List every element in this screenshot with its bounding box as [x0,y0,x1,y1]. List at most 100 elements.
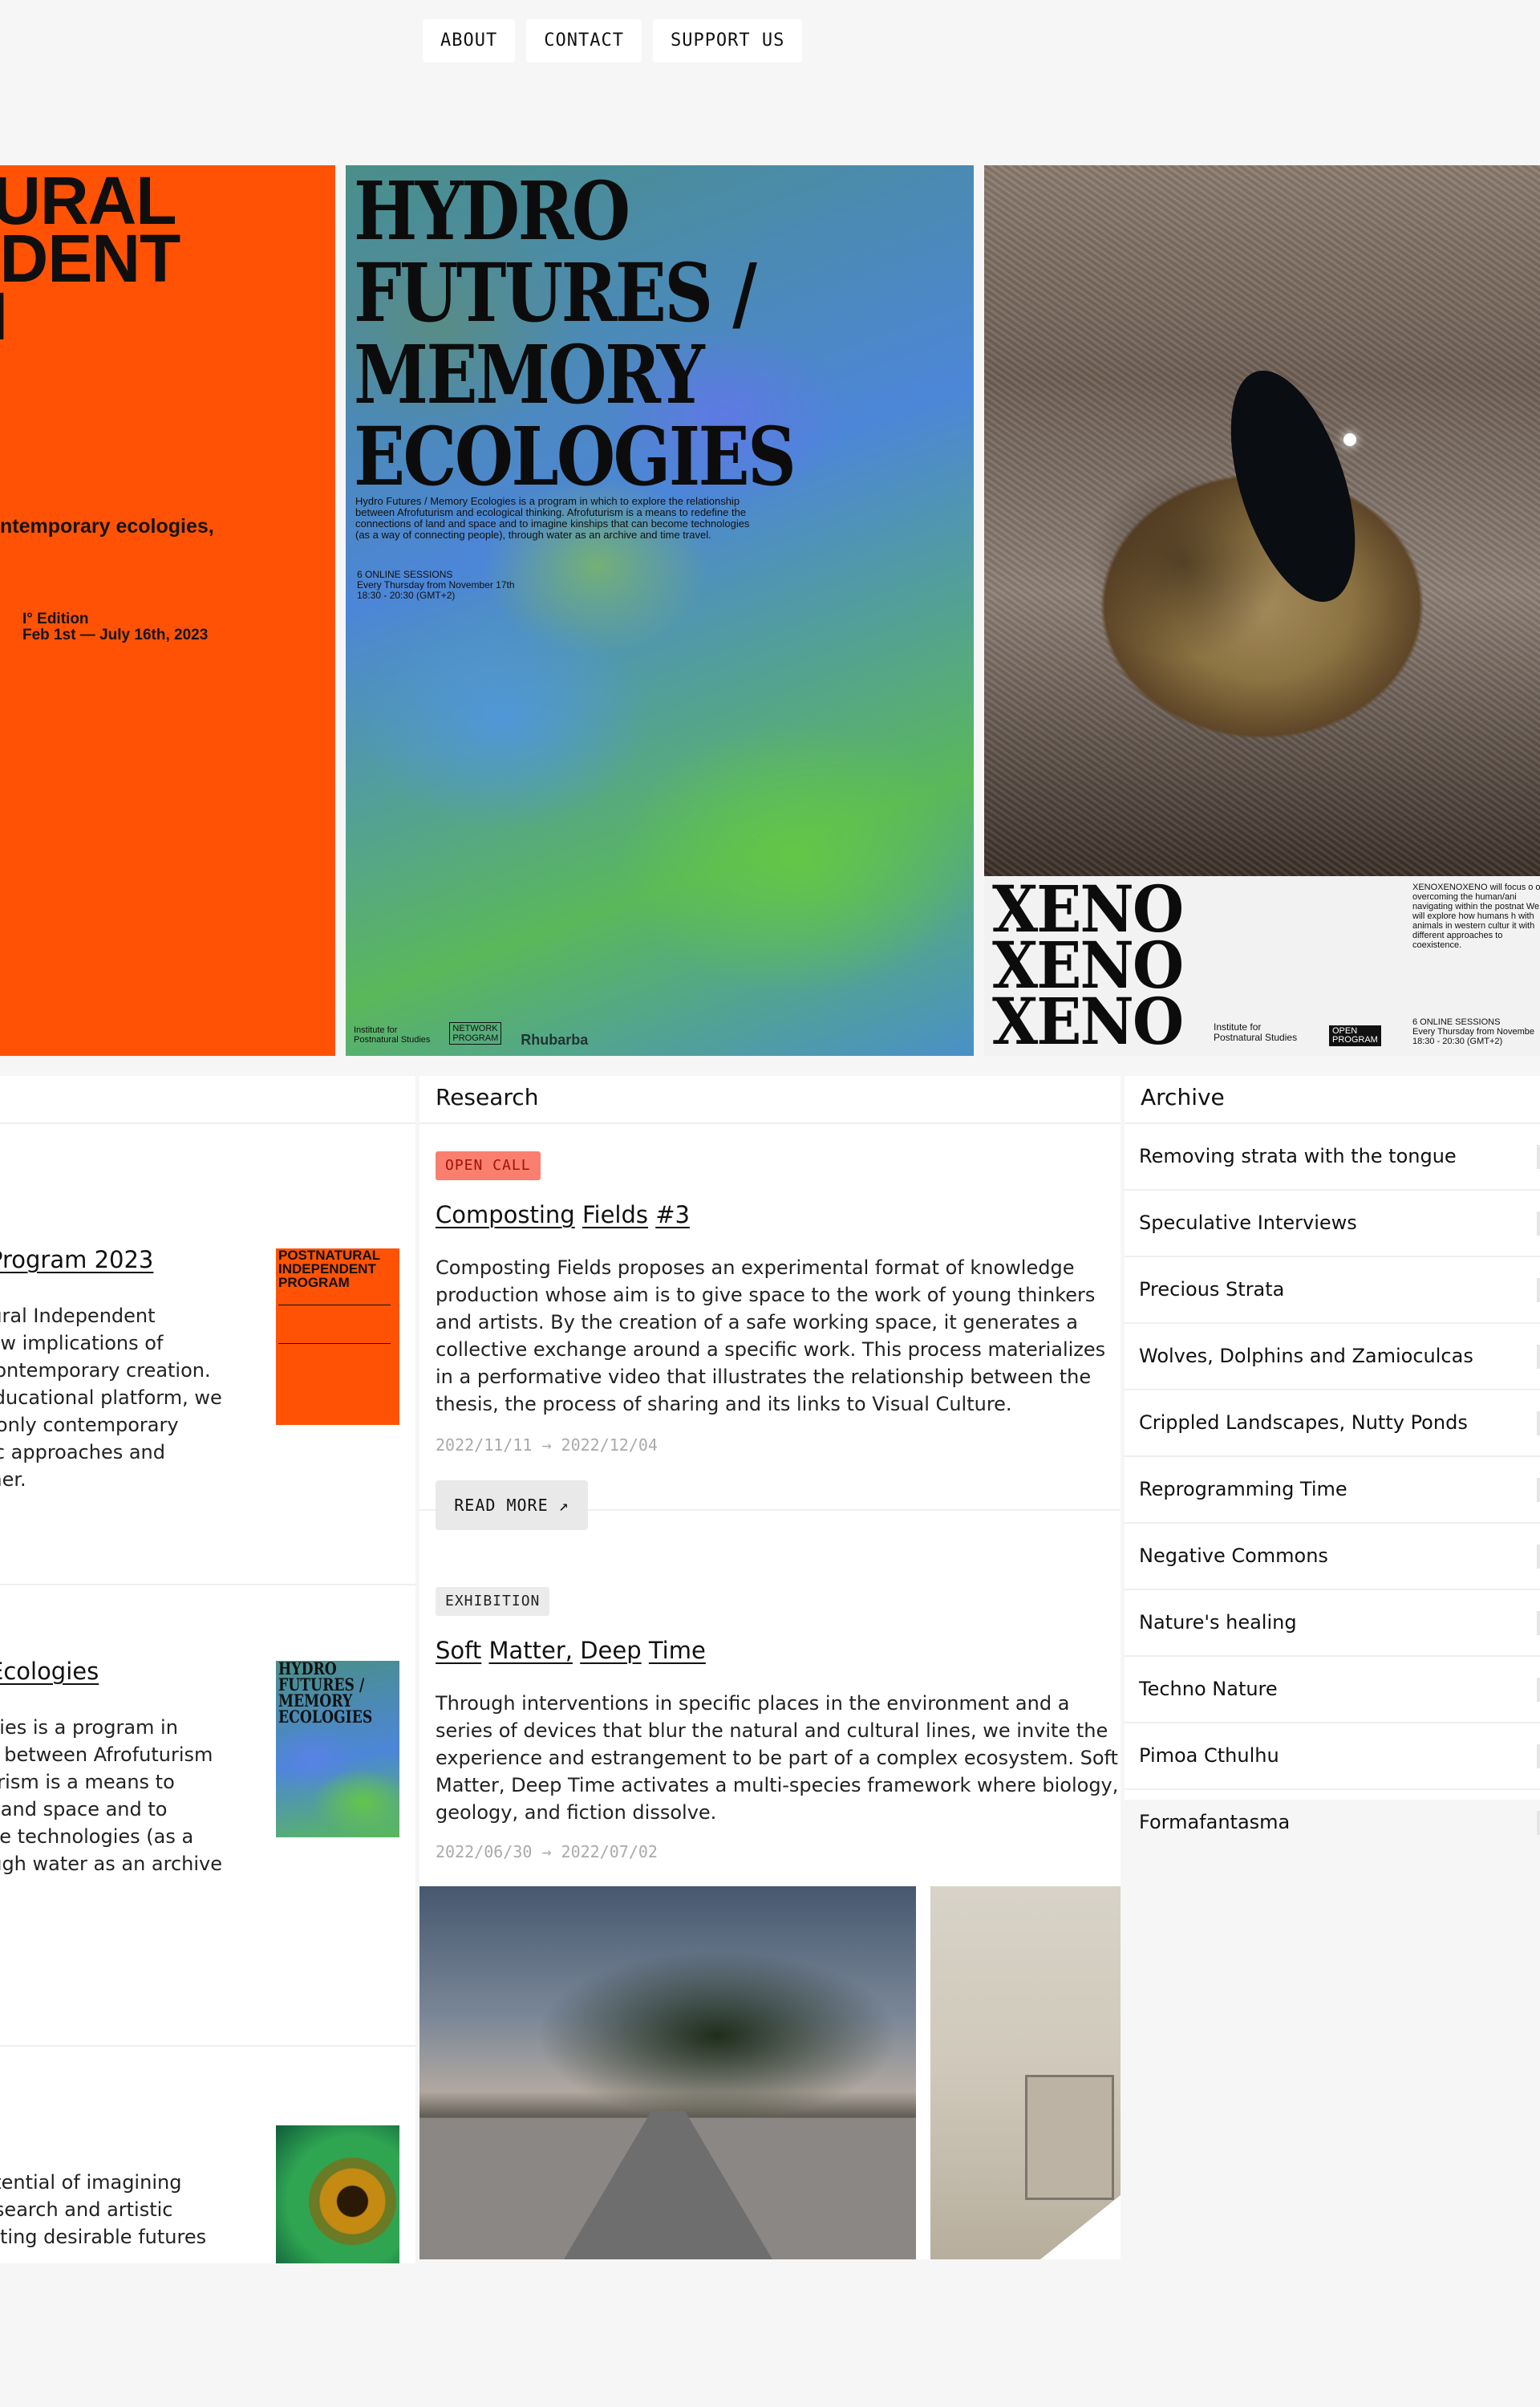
nav-support-button[interactable]: SUPPORT US [652,19,803,63]
thumbnail-rule [278,1343,391,1344]
archive-item-edge [1537,1278,1540,1302]
project-thumbnail[interactable]: POSTNATURAL INDEPENDENT PROGRAM [276,1248,399,1425]
title-word[interactable]: Composting [436,1201,575,1228]
archive-item[interactable]: Pimoa Cthulhu [1125,1723,1540,1790]
photo-stone-block [1025,2075,1114,2200]
archive-item-label[interactable]: Nature's healing [1139,1590,1297,1655]
poster-subtitle: ntemporary ecologies, [0,515,214,538]
archive-item-edge [1537,1744,1540,1768]
read-more-button[interactable]: READ MORE ↗ [436,1480,588,1530]
poster-description: Hydro Futures / Memory Ecologies is a pr… [355,495,750,541]
top-nav: ABOUT CONTACT SUPPORT US [423,19,803,63]
archive-item-label[interactable]: Formafantasma [1139,1790,1290,1855]
archive-item-label[interactable]: Pimoa Cthulhu [1139,1723,1279,1788]
photo-road [564,2111,772,2259]
archive-item[interactable]: Speculative Interviews [1125,1191,1540,1257]
archive-item[interactable]: Negative Commons [1125,1524,1540,1590]
project-text: ologies is a program in ship between Afr… [0,1716,223,1875]
archive-item-edge [1537,1811,1540,1835]
research-item: OPEN CALL Composting Fields #3 Compostin… [419,1124,1121,1530]
exhibition-photo-road[interactable] [419,1886,916,2259]
archive-item[interactable]: Formafantasma [1125,1790,1540,1855]
nav-about-button[interactable]: ABOUT [423,19,516,63]
projects-column-header [0,1076,415,1124]
poster-logo: Rhubarba [521,1032,589,1048]
archive-item-edge [1537,1611,1540,1635]
archive-item-edge [1537,1544,1540,1569]
poster-postnatural[interactable]: TURAL NDENT M ntemporary ecologies, I° E… [0,165,335,1056]
project-title[interactable]: Program 2023 [0,1246,153,1273]
eye-pupil [1206,355,1380,617]
archive-item-edge [1537,1478,1540,1502]
title-word[interactable]: Soft [436,1637,481,1664]
title-word[interactable]: Fields [582,1201,648,1228]
archive-heading: Archive [1125,1076,1540,1124]
archive-item[interactable]: Wolves, Dolphins and Zamioculcas [1125,1324,1540,1390]
poster-sessions: 6 ONLINE SESSIONS Every Thursday from No… [1412,1017,1535,1046]
title-word[interactable]: #3 [655,1201,690,1228]
project-text: l potential of imagining c research and … [0,2171,207,2248]
eye-glint [1343,433,1356,446]
archive-item-edge [1537,1345,1540,1369]
poster-program-badge: OPEN PROGRAM [1329,1025,1381,1046]
poster-title: TURAL NDENT M [0,165,180,350]
poster-description: XENOXENOXENO will focus o of overcoming … [1412,883,1540,950]
archive-item-label[interactable]: Techno Nature [1139,1657,1278,1722]
poster-edition: I° Edition Feb 1st — July 16th, 2023 [22,611,209,643]
open-call-tag: OPEN CALL [436,1151,541,1180]
exhibition-tag: EXHIBITION [436,1587,550,1616]
archive-item-edge [1537,1678,1540,1702]
project-text: natural Independent e new implications o… [0,1305,222,1491]
research-heading: Research [419,1076,1121,1124]
archive-item-edge [1537,1212,1540,1236]
research-item-text: Through interventions in specific places… [436,1692,1119,1824]
archive-item-label[interactable]: Removing strata with the tongue [1139,1124,1457,1189]
archive-item[interactable]: Crippled Landscapes, Nutty Ponds [1125,1390,1540,1457]
archive-column: Archive Removing strata with the tongue … [1125,1076,1540,1835]
archive-item-label[interactable]: Crippled Landscapes, Nutty Ponds [1139,1390,1468,1455]
poster-sessions: 6 ONLINE SESSIONS Every Thursday from No… [357,569,515,601]
project-card[interactable]: l potential of imagining c research and … [0,2047,415,2263]
research-item-dates: 2022/11/11 → 2022/12/04 [436,1435,658,1455]
archive-item-label[interactable]: Negative Commons [1139,1524,1328,1589]
research-item-text: Composting Fields proposes an experiment… [436,1256,1106,1415]
poster-institute: Institute for Postnatural Studies [1214,1021,1298,1043]
nav-contact-button[interactable]: CONTACT [526,19,642,63]
poster-hydro-futures[interactable]: HYDRO FUTURES / MEMORY ECOLOGIES Hydro F… [346,165,974,1056]
poster-xeno[interactable]: XENO XENO XENO XENOXENOXENO will focus o… [984,165,1540,1056]
title-word[interactable]: Deep [580,1637,641,1664]
exhibition-photo-interior[interactable] [930,1886,1121,2259]
title-word[interactable]: Time [649,1637,706,1664]
archive-item[interactable]: Nature's healing [1125,1590,1540,1657]
eye-image [984,165,1540,876]
poster-footer: Institute for Postnatural Studies NETWOR… [354,1022,589,1048]
project-card[interactable]: Ecologies ologies is a program in ship b… [0,1585,415,2047]
poster-network-badge: NETWORK PROGRAM [449,1022,502,1045]
project-title[interactable]: Ecologies [0,1658,99,1685]
archive-item-edge [1537,1411,1540,1435]
archive-item-label[interactable]: Wolves, Dolphins and Zamioculcas [1139,1324,1473,1389]
project-card[interactable]: Program 2023 natural Independent e new i… [0,1124,415,1585]
photo-corner-cut [1040,2195,1121,2259]
archive-item-label[interactable]: Speculative Interviews [1139,1191,1357,1256]
archive-item-label[interactable]: Reprogramming Time [1139,1457,1348,1522]
poster-institute: Institute for Postnatural Studies [354,1025,431,1045]
poster-title: XENO XENO XENO [992,871,1184,1056]
archive-item-label[interactable]: Precious Strata [1139,1257,1284,1322]
research-item-dates: 2022/06/30 → 2022/07/02 [436,1842,658,1861]
archive-item-edge [1537,1145,1540,1169]
archive-item[interactable]: Precious Strata [1125,1257,1540,1324]
thumbnail-title: HYDRO FUTURES / MEMORY ECOLOGIES [278,1661,373,1727]
thumbnail-title: POSTNATURAL INDEPENDENT PROGRAM [278,1248,381,1290]
research-column: Research OPEN CALL Composting Fields #3 … [419,1076,1121,2259]
poster-title: HYDRO FUTURES / MEMORY ECOLOGIES [354,165,796,504]
research-item-title[interactable]: Soft Matter, Deep Time [436,1637,706,1664]
projects-column: Program 2023 natural Independent e new i… [0,1076,415,2263]
project-thumbnail[interactable]: HYDRO FUTURES / MEMORY ECOLOGIES [276,1661,399,1837]
archive-item[interactable]: Techno Nature [1125,1657,1540,1723]
research-item-title[interactable]: Composting Fields #3 [436,1201,690,1228]
archive-item[interactable]: Reprogramming Time [1125,1457,1540,1524]
project-thumbnail[interactable] [276,2125,399,2263]
archive-item[interactable]: Removing strata with the tongue [1125,1124,1540,1191]
title-word[interactable]: Matter, [488,1637,573,1664]
